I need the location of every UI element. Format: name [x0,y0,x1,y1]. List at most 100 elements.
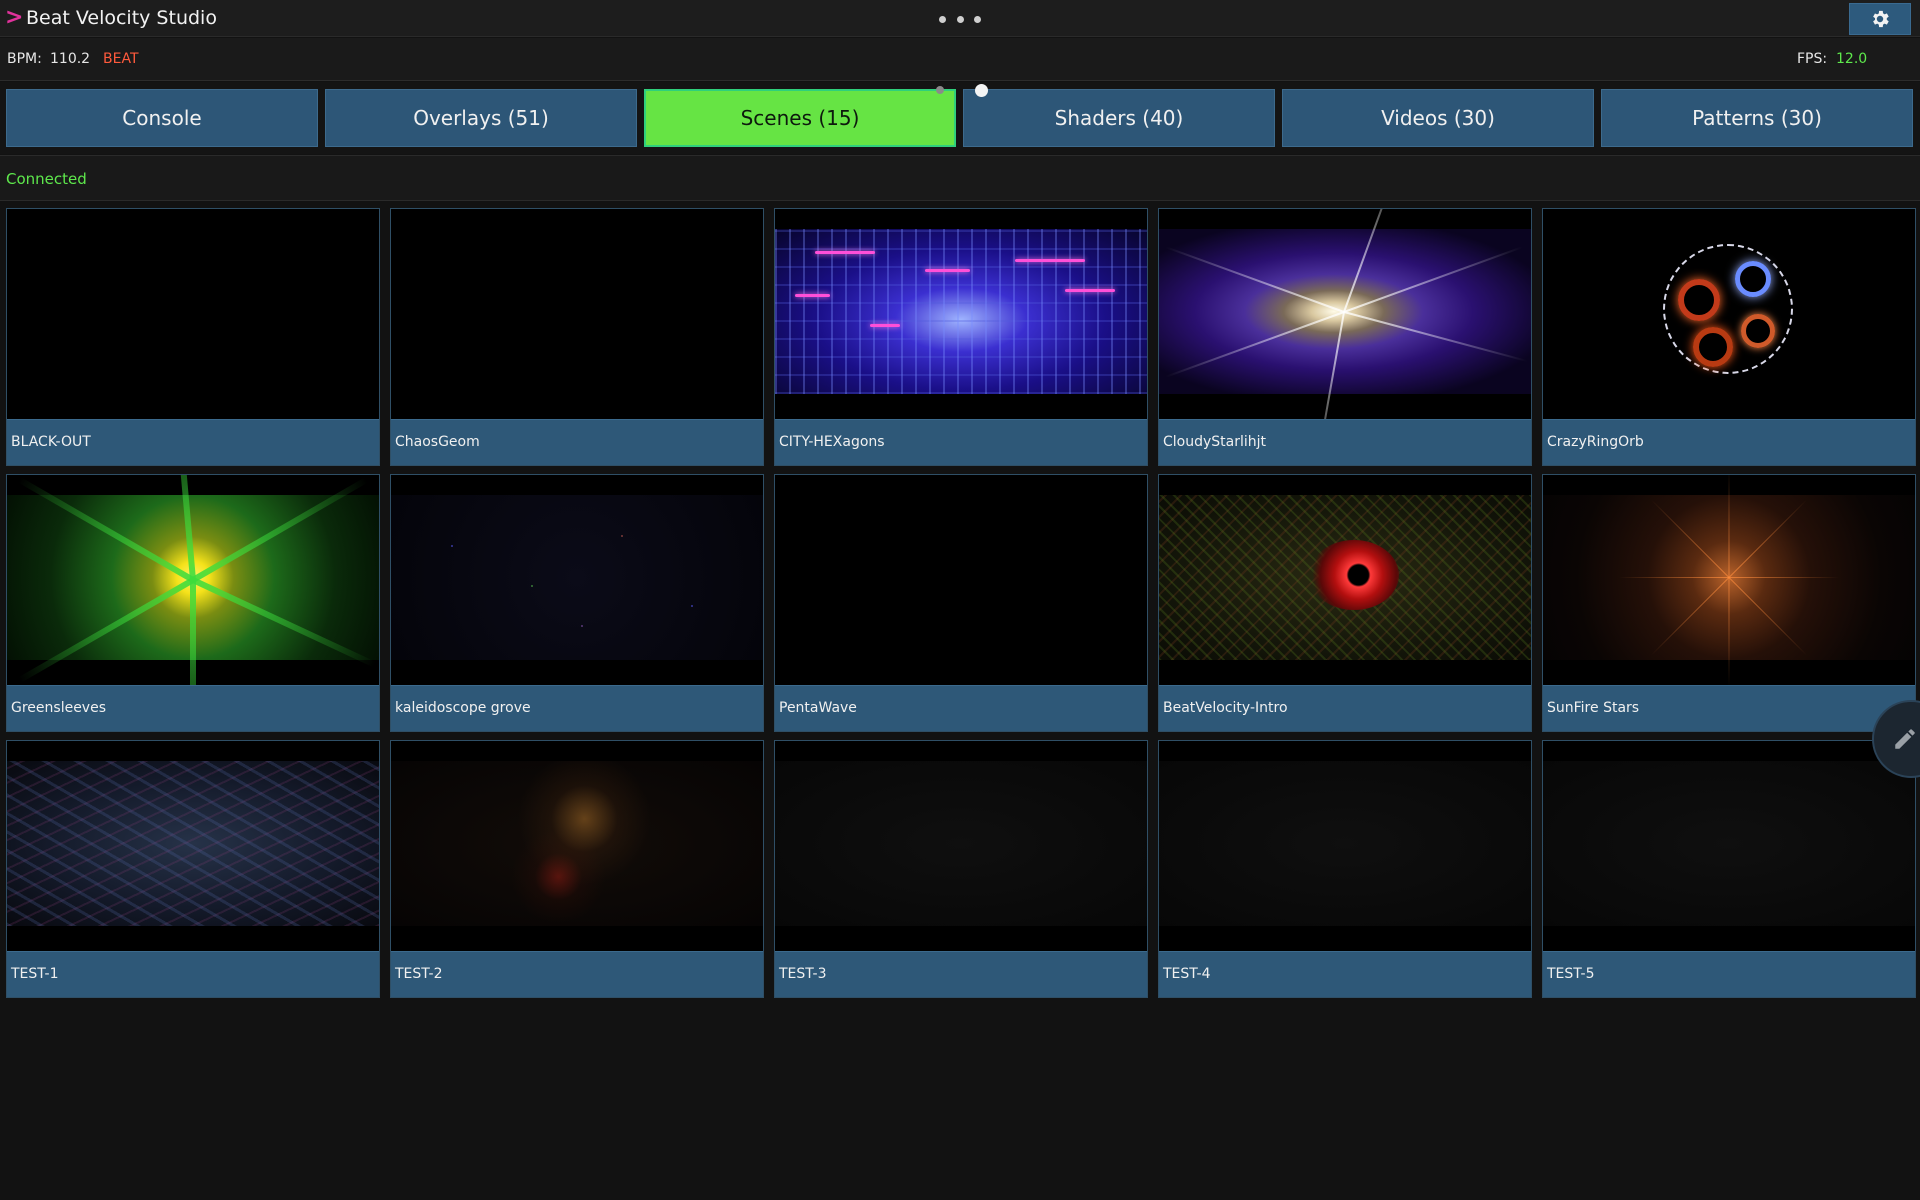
starlight-art [1159,209,1531,419]
green-spike [18,577,195,683]
scene-card-test-4[interactable]: TEST-4 [1158,740,1532,998]
scene-label: SunFire Stars [1543,685,1915,731]
test2-art [391,761,763,926]
app-caret-icon: > [5,5,24,30]
green-spike [191,477,368,583]
kaleidoscope-art [391,495,763,660]
scene-thumbnail [391,475,763,685]
tab-shaders[interactable]: Shaders (40) [963,89,1275,147]
scene-card-test-1[interactable]: TEST-1 [6,740,380,998]
pencil-icon [1895,729,1915,749]
scene-card-black-out[interactable]: BLACK-OUT [6,208,380,466]
light-streak [795,294,830,297]
sunfire-ray [1728,577,1730,685]
light-ray [1165,311,1345,378]
scene-label: Greensleeves [7,685,379,731]
scene-card-cloudystarlight[interactable]: CloudyStarlihjt [1158,208,1532,466]
light-ray [1343,246,1523,313]
intro-vortex [1309,540,1399,610]
dot [939,15,946,23]
scene-label: PentaWave [775,685,1147,731]
app-title: Beat Velocity Studio [26,7,217,29]
light-streak [925,269,970,272]
beat-indicator: BEAT [103,51,139,67]
scene-card-test-2[interactable]: TEST-2 [390,740,764,998]
scene-label: TEST-3 [775,951,1147,997]
speck [621,535,623,537]
tab-scenes[interactable]: Scenes (15) [644,89,956,147]
scene-thumbnail [7,475,379,685]
scene-label: BLACK-OUT [7,419,379,465]
scene-card-pentawave[interactable]: PentaWave [774,474,1148,732]
sunfire-ray [1728,499,1808,578]
sunfire-ray [1729,577,1839,578]
drag-handle-small[interactable] [936,86,944,94]
light-ray [1343,209,1410,313]
green-spike [172,475,196,581]
scene-label: kaleidoscope grove [391,685,763,731]
scene-thumbnail [1543,209,1915,419]
title-bar: > Beat Velocity Studio [0,0,1920,37]
scene-card-crazyringorb[interactable]: CrazyRingOrb [1542,208,1916,466]
scene-thumbnail [1543,741,1915,951]
scene-card-sunfire-stars[interactable]: SunFire Stars [1542,474,1916,732]
scene-thumbnail [1159,741,1531,951]
light-streak [815,251,875,254]
scene-card-city-hexagons[interactable]: CITY-HEXagons [774,208,1148,466]
sunfire-art [1543,475,1915,685]
sunfire-ray [1728,577,1808,656]
scene-thumbnail [391,209,763,419]
scene-card-beatvelocity-intro[interactable]: BeatVelocity-Intro [1158,474,1532,732]
tab-bar: Console Overlays (51) Scenes (15) Shader… [0,82,1920,154]
speck [451,545,453,547]
tab-console[interactable]: Console [6,89,318,147]
sunfire-ray [1619,577,1729,578]
green-spike [191,577,376,668]
scene-thumbnail [1543,475,1915,685]
scene-label: TEST-1 [7,951,379,997]
scene-card-greensleeves[interactable]: Greensleeves [6,474,380,732]
speck [581,625,583,627]
light-streak [870,324,900,327]
test4-art [1159,761,1531,926]
speck [691,605,693,607]
speck [531,585,533,587]
scene-label: BeatVelocity-Intro [1159,685,1531,731]
scene-card-kaleidoscope-grove[interactable]: kaleidoscope grove [390,474,764,732]
dot [974,15,981,23]
scene-thumbnail [775,475,1147,685]
scene-label: CrazyRingOrb [1543,419,1915,465]
test3-art [775,761,1147,926]
drag-handle-large[interactable] [975,84,988,97]
connection-status: Connected [6,170,87,188]
tab-overlays[interactable]: Overlays (51) [325,89,637,147]
scene-card-test-5[interactable]: TEST-5 [1542,740,1916,998]
settings-button[interactable] [1849,3,1911,35]
scene-card-chaosgeom[interactable]: ChaosGeom [390,208,764,466]
scene-label: CITY-HEXagons [775,419,1147,465]
scene-thumbnail [775,209,1147,419]
tab-patterns[interactable]: Patterns (30) [1601,89,1913,147]
sunfire-ray [1650,577,1730,656]
scene-card-test-3[interactable]: TEST-3 [774,740,1148,998]
greensleeves-art [7,475,379,685]
sunfire-ray [1650,499,1730,578]
orb-ring [1735,261,1771,297]
light-streak [1065,289,1115,292]
scene-label: ChaosGeom [391,419,763,465]
light-ray [1310,311,1345,419]
scene-thumbnail [1159,475,1531,685]
city-art [775,229,1147,394]
scene-label: CloudyStarlihjt [1159,419,1531,465]
fps-value: 12.0 [1836,51,1868,67]
fps-label: FPS: [1797,51,1828,67]
scene-label: TEST-2 [391,951,763,997]
bpm-value: 110.2 [50,51,91,67]
scene-thumbnail [7,741,379,951]
tab-videos[interactable]: Videos (30) [1282,89,1594,147]
more-dots-icon[interactable] [933,6,987,32]
bpm-label: BPM: [7,51,42,67]
light-streak [1015,259,1085,262]
scene-label: TEST-5 [1543,951,1915,997]
orb-ring [1678,279,1720,321]
